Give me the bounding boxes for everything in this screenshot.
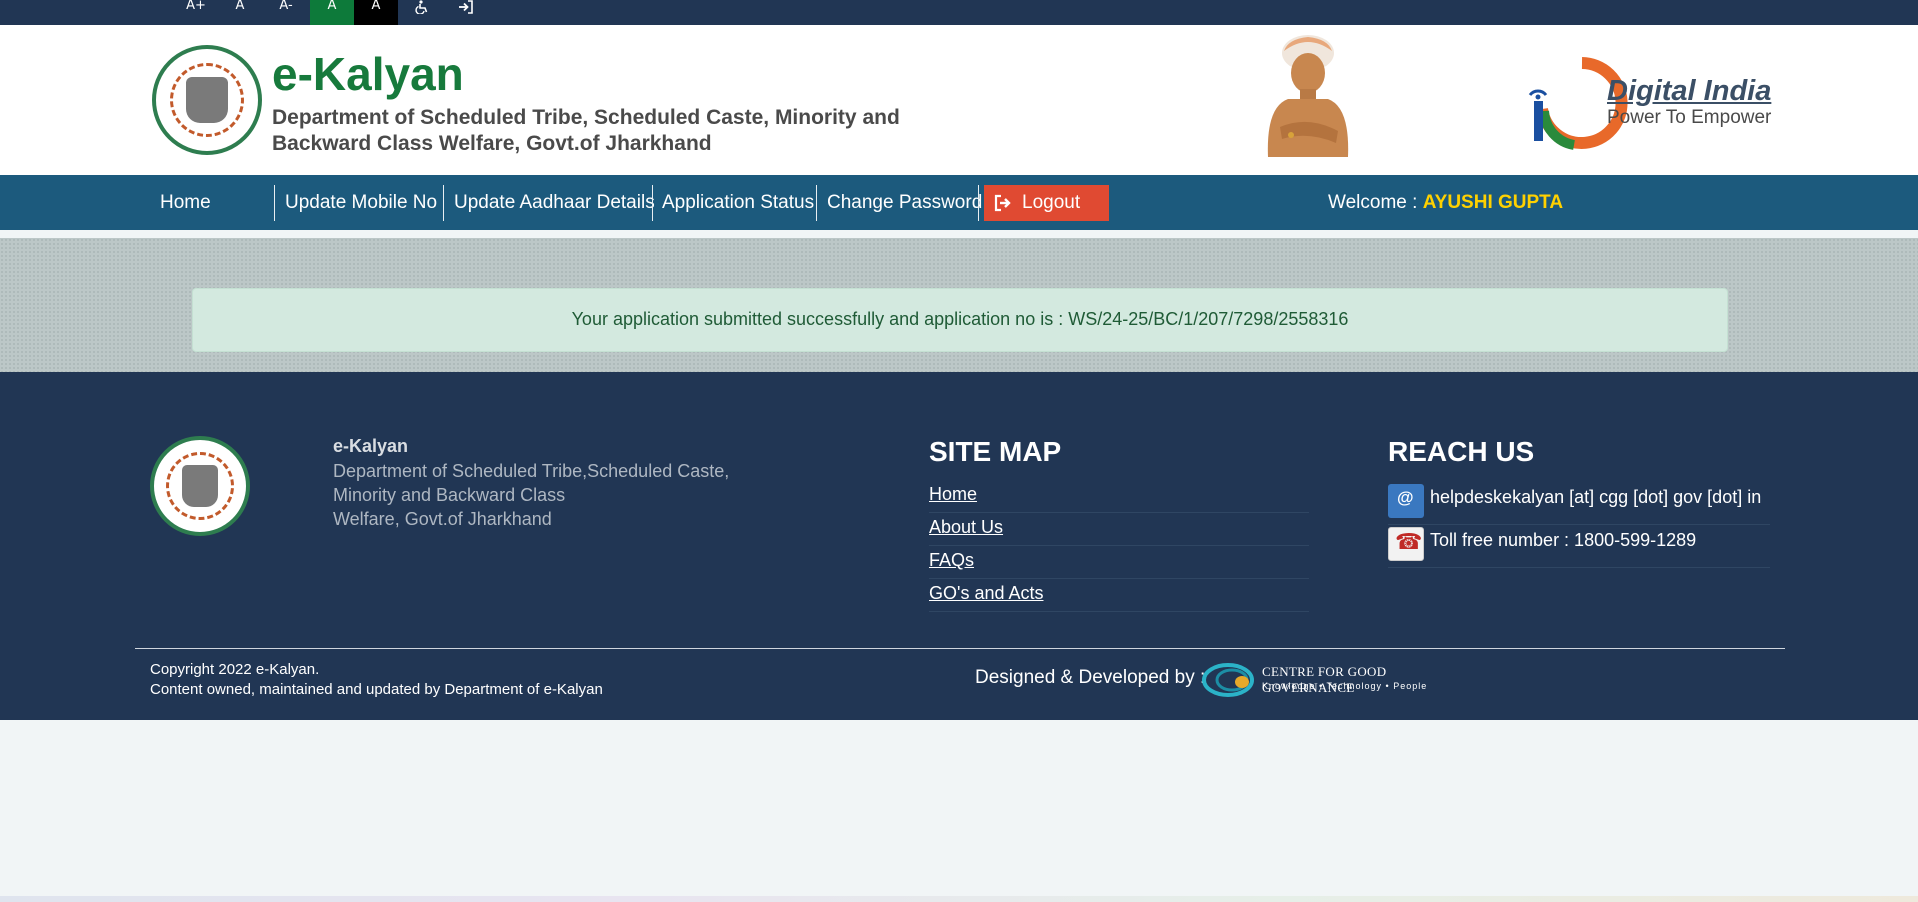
- wheelchair-icon: [415, 0, 428, 15]
- copyright-block: Copyright 2022 e-Kalyan. Content owned, …: [150, 660, 603, 700]
- copyright-text: Copyright 2022 e-Kalyan.: [150, 661, 320, 678]
- nav-change-password[interactable]: Change Password: [817, 185, 992, 221]
- main-nav: Home Update Mobile No Update Aadhaar Det…: [0, 175, 1918, 230]
- welcome-text: Welcome : AYUSHI GUPTA: [1328, 185, 1563, 221]
- sitemap-link-gos-acts[interactable]: GO's and Acts: [929, 579, 1309, 612]
- nav-home[interactable]: Home: [150, 185, 221, 221]
- footer-org-info: e-Kalyan Department of Scheduled Tribe,S…: [333, 436, 753, 531]
- mascot-image: [1267, 35, 1349, 157]
- mail-icon: [1388, 483, 1424, 518]
- font-normal-button[interactable]: A: [218, 0, 262, 25]
- phone-icon: [1388, 527, 1424, 561]
- user-name: AYUSHI GUPTA: [1422, 192, 1564, 213]
- cgg-swirl-icon: [1202, 663, 1254, 697]
- digital-india-title: Digital India: [1607, 75, 1772, 107]
- sitemap-heading: SITE MAP: [929, 436, 1062, 467]
- logout-icon: [994, 194, 1011, 212]
- nav-application-status[interactable]: Application Status: [652, 185, 824, 221]
- theme-green-button[interactable]: A: [310, 0, 354, 25]
- cgg-logo[interactable]: CENTRE FOR GOOD GOVERNANCE Knowledge • T…: [1202, 662, 1447, 698]
- nav-update-mobile[interactable]: Update Mobile No: [275, 185, 447, 221]
- content-area: Your application submitted successfully …: [0, 238, 1918, 372]
- nav-update-aadhaar[interactable]: Update Aadhaar Details: [444, 185, 665, 221]
- reach-us-heading: REACH US: [1388, 436, 1535, 467]
- logout-button[interactable]: Logout: [984, 185, 1109, 221]
- logout-label: Logout: [1022, 192, 1081, 213]
- reach-us-list: helpdeskekalyan [at] cgg [dot] gov [dot]…: [1388, 482, 1770, 568]
- jharkhand-emblem-logo: [152, 45, 262, 155]
- footer-org-desc-line: Welfare, Govt.of Jharkhand: [333, 509, 552, 529]
- sitemap-links: Home About Us FAQs GO's and Acts: [929, 480, 1309, 612]
- email-text: helpdeskekalyan [at] cgg [dot] gov [dot]…: [1430, 487, 1762, 507]
- cgg-tagline: Knowledge • Technology • People: [1262, 681, 1428, 691]
- designed-by-text: Designed & Developed by :: [975, 667, 1206, 688]
- font-decrease-button[interactable]: A-: [264, 0, 308, 25]
- sitemap-link-home[interactable]: Home: [929, 480, 1309, 513]
- bottom-strip: [0, 896, 1918, 902]
- login-button[interactable]: [444, 0, 488, 25]
- site-header: e-Kalyan Department of Scheduled Tribe, …: [0, 25, 1918, 175]
- footer-org-desc-line: Minority and Backward Class: [333, 485, 566, 505]
- success-message: Your application submitted successfully …: [571, 309, 1349, 329]
- sitemap-link-faqs[interactable]: FAQs: [929, 546, 1309, 579]
- site-title: e-Kalyan: [272, 48, 464, 100]
- digital-india-tagline: Power To Empower: [1607, 107, 1772, 128]
- font-increase-button[interactable]: A+: [174, 0, 218, 25]
- accessibility-bar: A+ A A- A A: [0, 0, 1918, 25]
- site-subtitle: Department of Scheduled Tribe, Scheduled…: [272, 106, 900, 155]
- sitemap-link-about-us[interactable]: About Us: [929, 513, 1309, 546]
- footer-org-desc-line: Department of Scheduled Tribe,Scheduled …: [333, 461, 730, 481]
- reach-email: helpdeskekalyan [at] cgg [dot] gov [dot]…: [1388, 482, 1770, 525]
- footer-org-name: e-Kalyan: [333, 436, 409, 456]
- reach-phone: Toll free number : 1800-599-1289: [1388, 525, 1770, 568]
- footer-divider: [135, 648, 1785, 649]
- nav-divider: [978, 185, 979, 221]
- welcome-prefix: Welcome :: [1328, 192, 1418, 213]
- sign-in-icon: [459, 0, 473, 14]
- site-footer: e-Kalyan Department of Scheduled Tribe,S…: [0, 372, 1918, 720]
- footer-emblem-logo: [150, 436, 250, 536]
- success-alert: Your application submitted successfully …: [192, 288, 1728, 352]
- cgg-name: CENTRE FOR GOOD GOVERNANCE: [1262, 664, 1387, 695]
- content-owned-text: Content owned, maintained and updated by…: [150, 681, 603, 698]
- tollfree-text: Toll free number : 1800-599-1289: [1430, 530, 1697, 550]
- accessibility-button[interactable]: [400, 0, 444, 25]
- theme-dark-button[interactable]: A: [354, 0, 398, 25]
